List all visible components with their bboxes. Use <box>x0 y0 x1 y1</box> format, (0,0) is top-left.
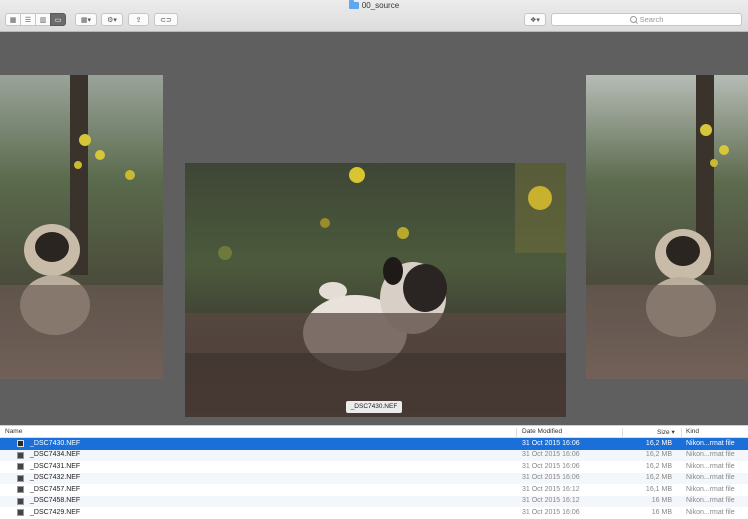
arrange-chevron: ▾ <box>87 16 92 24</box>
file-row[interactable]: _DSC7429.NEF 31 Oct 2015 16:06 16 MB Nikon.… <box>0 507 748 519</box>
sort-chevron-icon: ▾ <box>669 429 675 436</box>
cover-flow-icon: ▭ <box>54 16 62 24</box>
file-size: 16,2 MB <box>645 451 672 458</box>
nef-file-icon <box>17 451 24 459</box>
share-icon: ⇪ <box>135 16 142 24</box>
file-name: _DSC7458.NEF <box>30 497 81 504</box>
folder-icon <box>348 0 359 9</box>
nef-file-icon <box>17 463 24 470</box>
file-list: Name Date Modified Size ▾ Kind _DSC7430.… <box>0 425 748 518</box>
window-title: 00_source <box>0 0 748 10</box>
share-button[interactable]: ⇪ <box>128 13 149 26</box>
size-column-header[interactable]: Size ▾ <box>657 428 675 436</box>
name-column-header[interactable]: Name <box>5 428 22 435</box>
file-name: _DSC7434.NEF <box>30 451 81 458</box>
file-kind: Nikon...rmat file <box>686 439 735 447</box>
file-date-modified: 31 Oct 2015 16:12 <box>522 485 580 493</box>
column-view-button[interactable]: ▥ <box>35 13 51 26</box>
file-name: _DSC7457.NEF <box>30 485 81 493</box>
window-toolbar: 00_source ▦ ☰ ▥ ▭ ▦ ▾ ⚙ ▾ ⇪ ⊂⊃ ❖ ▾ Search <box>0 0 748 32</box>
file-size: 16 MB <box>651 497 672 504</box>
file-name: _DSC7429.NEF <box>30 508 81 516</box>
nef-file-icon <box>17 497 24 505</box>
file-kind: Nikon...rmat file <box>686 485 735 493</box>
file-name: _DSC7430.NEF <box>30 439 81 447</box>
search-placeholder: Search <box>639 15 664 24</box>
file-size: 16 MB <box>651 508 672 516</box>
file-kind: Nikon...rmat file <box>686 474 735 481</box>
file-size: 16,2 MB <box>645 474 672 481</box>
file-date-modified: 31 Oct 2015 16:06 <box>522 462 580 470</box>
list-view-button[interactable]: ☰ <box>20 13 36 26</box>
file-name: _DSC7431.NEF <box>30 462 81 470</box>
grid-icon: ▦ <box>9 16 17 24</box>
cover-flow-view-button[interactable]: ▭ <box>50 13 66 26</box>
action-chevron: ▾ <box>113 16 117 24</box>
edit-tags-button[interactable]: ⊂⊃ <box>154 13 178 26</box>
file-size: 16,1 MB <box>645 485 672 493</box>
date-column-header[interactable]: Date Modified <box>522 428 562 435</box>
file-size: 16,2 MB <box>645 439 672 447</box>
window-title-text: 00_source <box>361 1 400 10</box>
column-divider[interactable] <box>622 428 623 437</box>
file-kind: Nikon...rmat file <box>686 508 735 516</box>
file-list-rows: _DSC7430.NEF 31 Oct 2015 16:06 16,2 MB Niko… <box>0 438 748 519</box>
current-file-caption: _DSC7430.NEF <box>346 401 402 413</box>
file-kind: Nikon...rmat file <box>686 497 735 504</box>
file-row[interactable]: _DSC7457.NEF 31 Oct 2015 16:12 16,1 MB Niko… <box>0 484 748 496</box>
cover-flow-photo-current[interactable] <box>185 163 566 417</box>
nef-file-icon <box>17 440 24 447</box>
file-row[interactable]: _DSC7432.NEF 31 Oct 2015 16:06 16,2 MB Niko… <box>0 472 748 484</box>
arrange-grid-icon: ▦ <box>80 16 88 24</box>
nef-file-icon <box>17 474 24 482</box>
file-kind: Nikon...rmat file <box>686 462 735 470</box>
column-divider[interactable] <box>681 428 682 437</box>
cover-flow-area: _DSC7430.NEF <box>0 32 748 425</box>
nef-file-icon <box>17 486 24 493</box>
search-field[interactable]: Search <box>551 13 742 26</box>
icon-view-button[interactable]: ▦ <box>5 13 21 26</box>
file-date-modified: 31 Oct 2015 16:06 <box>522 508 580 516</box>
file-date-modified: 31 Oct 2015 16:12 <box>522 497 580 504</box>
arrange-button[interactable]: ▦ ▾ <box>75 13 97 26</box>
search-icon <box>629 16 637 23</box>
file-name: _DSC7432.NEF <box>30 474 81 481</box>
kind-column-header[interactable]: Kind <box>686 428 699 435</box>
size-column-label: Size <box>657 429 670 436</box>
nef-file-icon <box>17 509 24 516</box>
file-list-header: Name Date Modified Size ▾ Kind <box>0 425 748 438</box>
file-date-modified: 31 Oct 2015 16:06 <box>522 451 580 458</box>
action-button[interactable]: ⚙ ▾ <box>101 13 123 26</box>
file-row[interactable]: _DSC7458.NEF 31 Oct 2015 16:12 16 MB Nikon.… <box>0 495 748 507</box>
cover-flow-photo-next[interactable] <box>586 75 748 379</box>
dropbox-button[interactable]: ❖ ▾ <box>524 13 546 26</box>
file-row[interactable]: _DSC7434.NEF 31 Oct 2015 16:06 16,2 MB Niko… <box>0 449 748 461</box>
view-mode-selector: ▦ ☰ ▥ ▭ <box>5 13 66 26</box>
file-row[interactable]: _DSC7431.NEF 31 Oct 2015 16:06 16,2 MB Niko… <box>0 461 748 473</box>
file-date-modified: 31 Oct 2015 16:06 <box>522 439 580 447</box>
file-size: 16,2 MB <box>645 462 672 470</box>
columns-icon: ▥ <box>39 16 47 24</box>
cover-flow-photo-previous[interactable] <box>0 75 163 379</box>
tag-icon: ⊂⊃ <box>160 16 172 24</box>
column-divider[interactable] <box>516 428 517 437</box>
dropbox-chevron: ▾ <box>536 16 540 24</box>
file-row[interactable]: _DSC7430.NEF 31 Oct 2015 16:06 16,2 MB Niko… <box>0 438 748 450</box>
file-date-modified: 31 Oct 2015 16:06 <box>522 474 580 481</box>
file-kind: Nikon...rmat file <box>686 451 735 458</box>
list-icon: ☰ <box>24 16 32 24</box>
